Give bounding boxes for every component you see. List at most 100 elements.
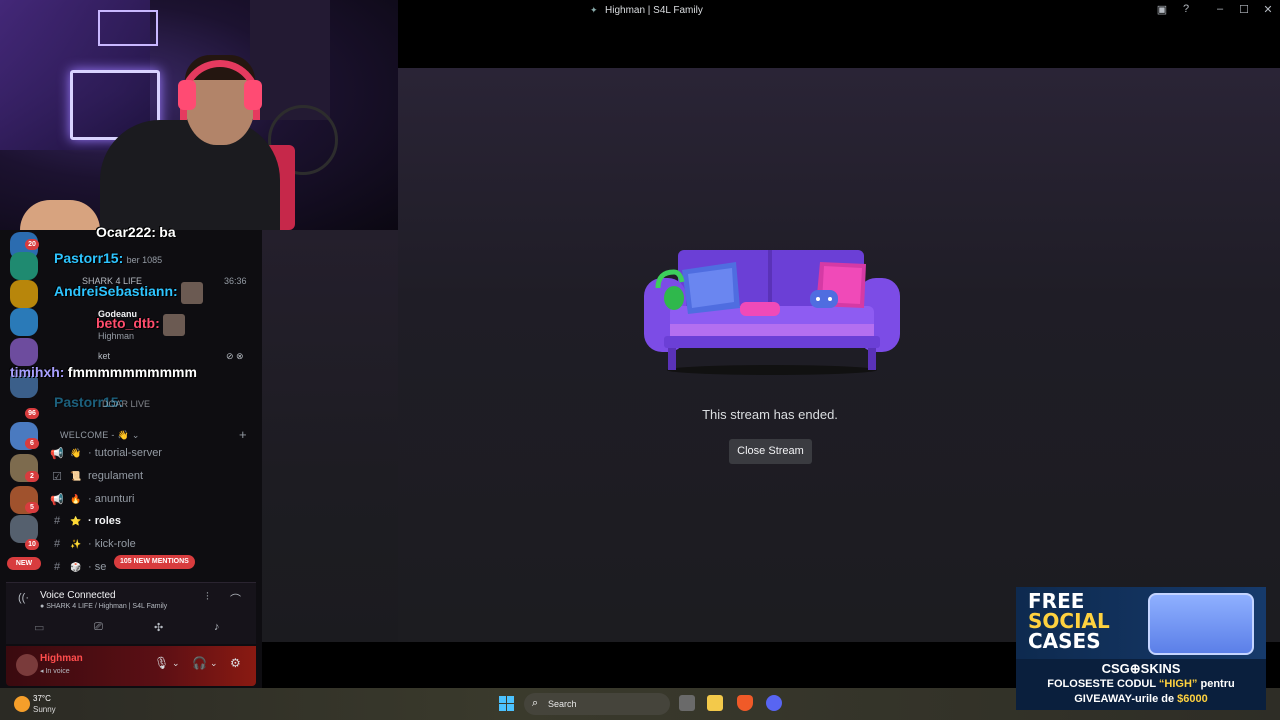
weather-temperature[interactable]: 37°C xyxy=(33,694,51,703)
channel-emoji: 👋 xyxy=(70,447,82,458)
voice-user-row[interactable]: ket xyxy=(98,351,110,361)
window-title-text: Highman | S4L Family xyxy=(605,5,703,16)
chat-message: AndreiSebastiann: xyxy=(54,282,204,304)
stream-chat-overlay: Ocar222: ba Pastorr15: ber 1085 SHARK 4 … xyxy=(10,224,262,420)
stream-ended-message: This stream has ended. xyxy=(702,407,838,422)
chevron-down-icon[interactable]: ⌄ xyxy=(210,658,218,669)
channel-tutorial-server[interactable]: 📢 👋 · tutorial-server xyxy=(50,443,250,463)
window-titlebar: ✦ Highman | S4L Family ▣ ? – ☐ ✕ xyxy=(398,0,1280,22)
channel-label: · tutorial-server xyxy=(88,447,162,459)
server-badge: 10 xyxy=(25,539,39,550)
microphone-icon[interactable]: 🎙 xyxy=(154,656,169,670)
rules-icon: ☑ xyxy=(52,470,62,483)
voice-status: Voice Connected xyxy=(40,590,116,601)
emote-icon xyxy=(163,314,186,336)
ad-code-line: FOLOSESTE CODUL “HIGH” pentru xyxy=(1047,678,1235,690)
channel-kick-role[interactable]: # ✨ · kick-role xyxy=(50,534,250,554)
channel-label: · se xyxy=(88,561,107,573)
user-name[interactable]: Highman xyxy=(40,653,83,664)
activities-icon[interactable]: ✣ xyxy=(154,621,163,634)
channel-label: regulament xyxy=(88,470,144,482)
close-button[interactable]: ✕ xyxy=(1260,3,1276,16)
chevron-down-icon: ⌄ xyxy=(131,430,140,440)
server-badge: 6 xyxy=(25,438,39,449)
ad-social-text: SOCIAL xyxy=(1028,609,1110,633)
webcam-overlay xyxy=(0,0,398,230)
voice-user-row[interactable]: Highman xyxy=(98,331,134,341)
chat-message: timihxh: fmmmmmmmmmm xyxy=(10,364,197,380)
new-unread-pill[interactable]: NEW xyxy=(7,557,41,570)
ad-brand: CSG⊕SKINS xyxy=(1101,661,1181,676)
sponsor-ad-overlay: FREE SOCIAL CASES CSG⊕SKINS FOLOSESTE CO… xyxy=(1016,587,1266,710)
disconnect-icon[interactable]: ⌒ xyxy=(230,591,241,607)
top-strip xyxy=(398,22,1280,68)
chat-username: Ocar222: xyxy=(96,224,156,240)
chat-username: AndreiSebastiann: xyxy=(54,283,178,300)
stream-left-area xyxy=(262,230,398,642)
task-view-icon[interactable] xyxy=(679,695,695,711)
avatar[interactable] xyxy=(16,654,38,676)
channel-emoji: 🎲 xyxy=(70,561,82,572)
channel-label: · roles xyxy=(88,515,122,527)
faded-text: ber 1085 xyxy=(126,255,163,265)
voice-user-row[interactable]: DOAR LIVE xyxy=(102,399,150,409)
chat-username: beto_dtb: xyxy=(96,315,160,332)
server-badge: 2 xyxy=(25,471,39,482)
signal-icon: ((· xyxy=(18,592,29,604)
channel-label: · kick-role xyxy=(88,538,136,550)
file-explorer-icon[interactable] xyxy=(707,695,723,711)
ad-free-text: FREE xyxy=(1028,589,1085,613)
channel-label: · anunturi xyxy=(88,493,135,505)
screen-share-icon[interactable]: ⎚ xyxy=(94,621,103,634)
settings-gear-icon[interactable]: ⚙ xyxy=(230,656,241,670)
ad-cases-text: CASES xyxy=(1028,629,1101,653)
category-header[interactable]: WELCOME - 👋 ⌄ xyxy=(60,430,140,441)
discord-server-icon: ✦ xyxy=(590,5,598,15)
search-placeholder: Search xyxy=(548,699,577,709)
help-icon[interactable]: ? xyxy=(1178,3,1194,15)
announcement-icon: 📢 xyxy=(50,493,64,506)
maximize-button[interactable]: ☐ xyxy=(1236,3,1252,16)
chat-text: fmmmmmmmmmm xyxy=(67,364,197,380)
minimize-button[interactable]: – xyxy=(1212,3,1228,15)
category-label: WELCOME - xyxy=(60,430,115,440)
voice-timer: 36:36 xyxy=(224,276,247,286)
hash-icon: # xyxy=(53,538,61,550)
emote-icon xyxy=(181,282,204,304)
start-button[interactable] xyxy=(499,696,514,711)
camera-off-icon[interactable]: ▭ xyxy=(34,621,44,634)
category-emoji: 👋 xyxy=(117,430,130,440)
voice-status-icon: ⊘ ⊗ xyxy=(226,351,244,361)
channel-roles[interactable]: # ⭐ · roles xyxy=(50,511,250,531)
channel-anunturi[interactable]: 📢 🔥 · anunturi xyxy=(50,489,250,509)
chat-username: Pastorr15: xyxy=(54,250,124,266)
channel-regulament[interactable]: ☑ 📜 regulament xyxy=(50,466,250,486)
channel-emoji: ⭐ xyxy=(70,515,82,526)
chat-username: timihxh: xyxy=(10,364,65,380)
search-icon: ⌕ xyxy=(532,697,539,709)
headphones-icon[interactable]: 🎧 xyxy=(192,656,207,670)
soundboard-icon[interactable]: ♪ xyxy=(214,621,220,633)
chat-message: Ocar222: ba xyxy=(96,224,176,240)
voice-connected-panel: ((· Voice Connected ● SHARK 4 LIFE / Hig… xyxy=(6,582,256,644)
add-channel-icon[interactable]: + xyxy=(239,427,247,442)
discord-case-image xyxy=(1148,593,1254,655)
hash-icon: # xyxy=(53,515,61,527)
server-badge: 5 xyxy=(25,502,39,513)
discord-app-icon[interactable] xyxy=(766,695,782,711)
taskbar-search[interactable]: ⌕ Search xyxy=(524,693,670,715)
weather-sun-icon[interactable] xyxy=(14,696,30,712)
couch-illustration xyxy=(644,248,900,376)
chevron-down-icon[interactable]: ⌄ xyxy=(172,658,180,669)
channel-emoji: ✨ xyxy=(70,538,82,549)
announcement-icon: 📢 xyxy=(50,447,64,460)
user-panel: Highman ◂ In voice 🎙 ⌄ 🎧 ⌄ ⚙ xyxy=(6,646,256,686)
close-stream-button[interactable]: Close Stream xyxy=(729,439,812,464)
inbox-icon[interactable]: ▣ xyxy=(1154,3,1170,16)
brave-browser-icon[interactable] xyxy=(737,695,753,711)
new-mentions-pill[interactable]: 105 NEW MENTIONS xyxy=(114,555,195,569)
voice-channel-path[interactable]: ● SHARK 4 LIFE / Highman | S4L Family xyxy=(40,603,167,610)
noise-suppression-icon[interactable]: ⫶ xyxy=(206,591,209,604)
chat-message: Pastorr15: ber 1085 xyxy=(54,250,162,266)
chat-text: ba xyxy=(159,224,176,240)
